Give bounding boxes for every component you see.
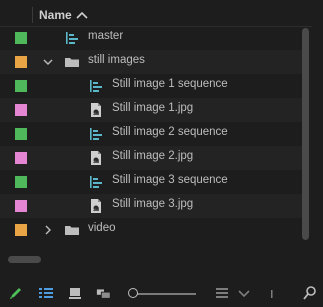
bottom-toolbar: [0, 280, 323, 304]
list-item[interactable]: video: [0, 218, 302, 242]
list-item[interactable]: Still image 3 sequence: [0, 170, 302, 194]
column-header: Name: [0, 4, 312, 27]
folder-icon: [65, 226, 79, 235]
item-name: Still image 3 sequence: [112, 174, 228, 186]
sequence-icon: [66, 32, 78, 44]
item-name: Still image 2 sequence: [112, 126, 228, 138]
zoom-slider-handle[interactable]: [128, 288, 138, 298]
label-color-swatch[interactable]: [15, 200, 27, 212]
column-divider[interactable]: [32, 7, 33, 23]
label-color-swatch[interactable]: [15, 224, 27, 236]
list-item[interactable]: Still image 2 sequence: [0, 122, 302, 146]
label-color-swatch[interactable]: [15, 128, 27, 140]
list-view-icon[interactable]: [38, 285, 54, 301]
list-item[interactable]: still images: [0, 50, 302, 74]
search-icon[interactable]: [302, 285, 318, 301]
sequence-icon: [90, 176, 102, 188]
label-color-swatch[interactable]: [15, 80, 27, 92]
icon-view-icon[interactable]: [67, 285, 83, 301]
label-color-swatch[interactable]: [15, 176, 27, 188]
item-name: Still image 1.jpg: [112, 102, 194, 114]
image-file-icon: [91, 151, 101, 165]
project-panel: Name master still images Still image 1 seq…: [0, 0, 323, 307]
name-column-header[interactable]: Name: [39, 8, 72, 22]
list-item[interactable]: Still image 1.jpg: [0, 98, 302, 122]
freeform-view-icon[interactable]: [96, 285, 112, 301]
zoom-slider-track[interactable]: [136, 293, 196, 295]
image-file-icon: [91, 199, 101, 213]
item-name: video: [88, 222, 116, 234]
chevron-right-icon[interactable]: [43, 225, 53, 235]
image-file-icon: [91, 103, 101, 117]
list-item[interactable]: Still image 1 sequence: [0, 74, 302, 98]
list-item[interactable]: Still image 3.jpg: [0, 194, 302, 218]
item-name: still images: [88, 54, 145, 66]
sequence-icon: [90, 128, 102, 140]
label-color-swatch[interactable]: [15, 32, 27, 44]
chevron-down-icon[interactable]: [236, 285, 252, 301]
sequence-icon: [90, 80, 102, 92]
item-name: Still image 2.jpg: [112, 150, 194, 162]
item-name: master: [88, 30, 124, 42]
list-item[interactable]: master: [0, 26, 302, 50]
project-item-list: master still images Still image 1 sequence…: [0, 26, 302, 242]
vertical-scrollbar[interactable]: [302, 28, 309, 240]
chevron-down-icon[interactable]: [43, 57, 53, 67]
sort-ascending-icon[interactable]: [76, 11, 88, 19]
folder-icon: [65, 58, 79, 67]
item-name: Still image 1 sequence: [112, 78, 228, 90]
folder-toolbar-icon[interactable]: [268, 285, 284, 301]
pencil-icon[interactable]: [8, 285, 24, 301]
horizontal-scrollbar[interactable]: [8, 256, 41, 263]
label-color-swatch[interactable]: [15, 56, 27, 68]
label-color-swatch[interactable]: [15, 152, 27, 164]
label-color-swatch[interactable]: [15, 104, 27, 116]
list-item[interactable]: Still image 2.jpg: [0, 146, 302, 170]
item-name: Still image 3.jpg: [112, 198, 194, 210]
sort-icon[interactable]: [214, 285, 230, 301]
